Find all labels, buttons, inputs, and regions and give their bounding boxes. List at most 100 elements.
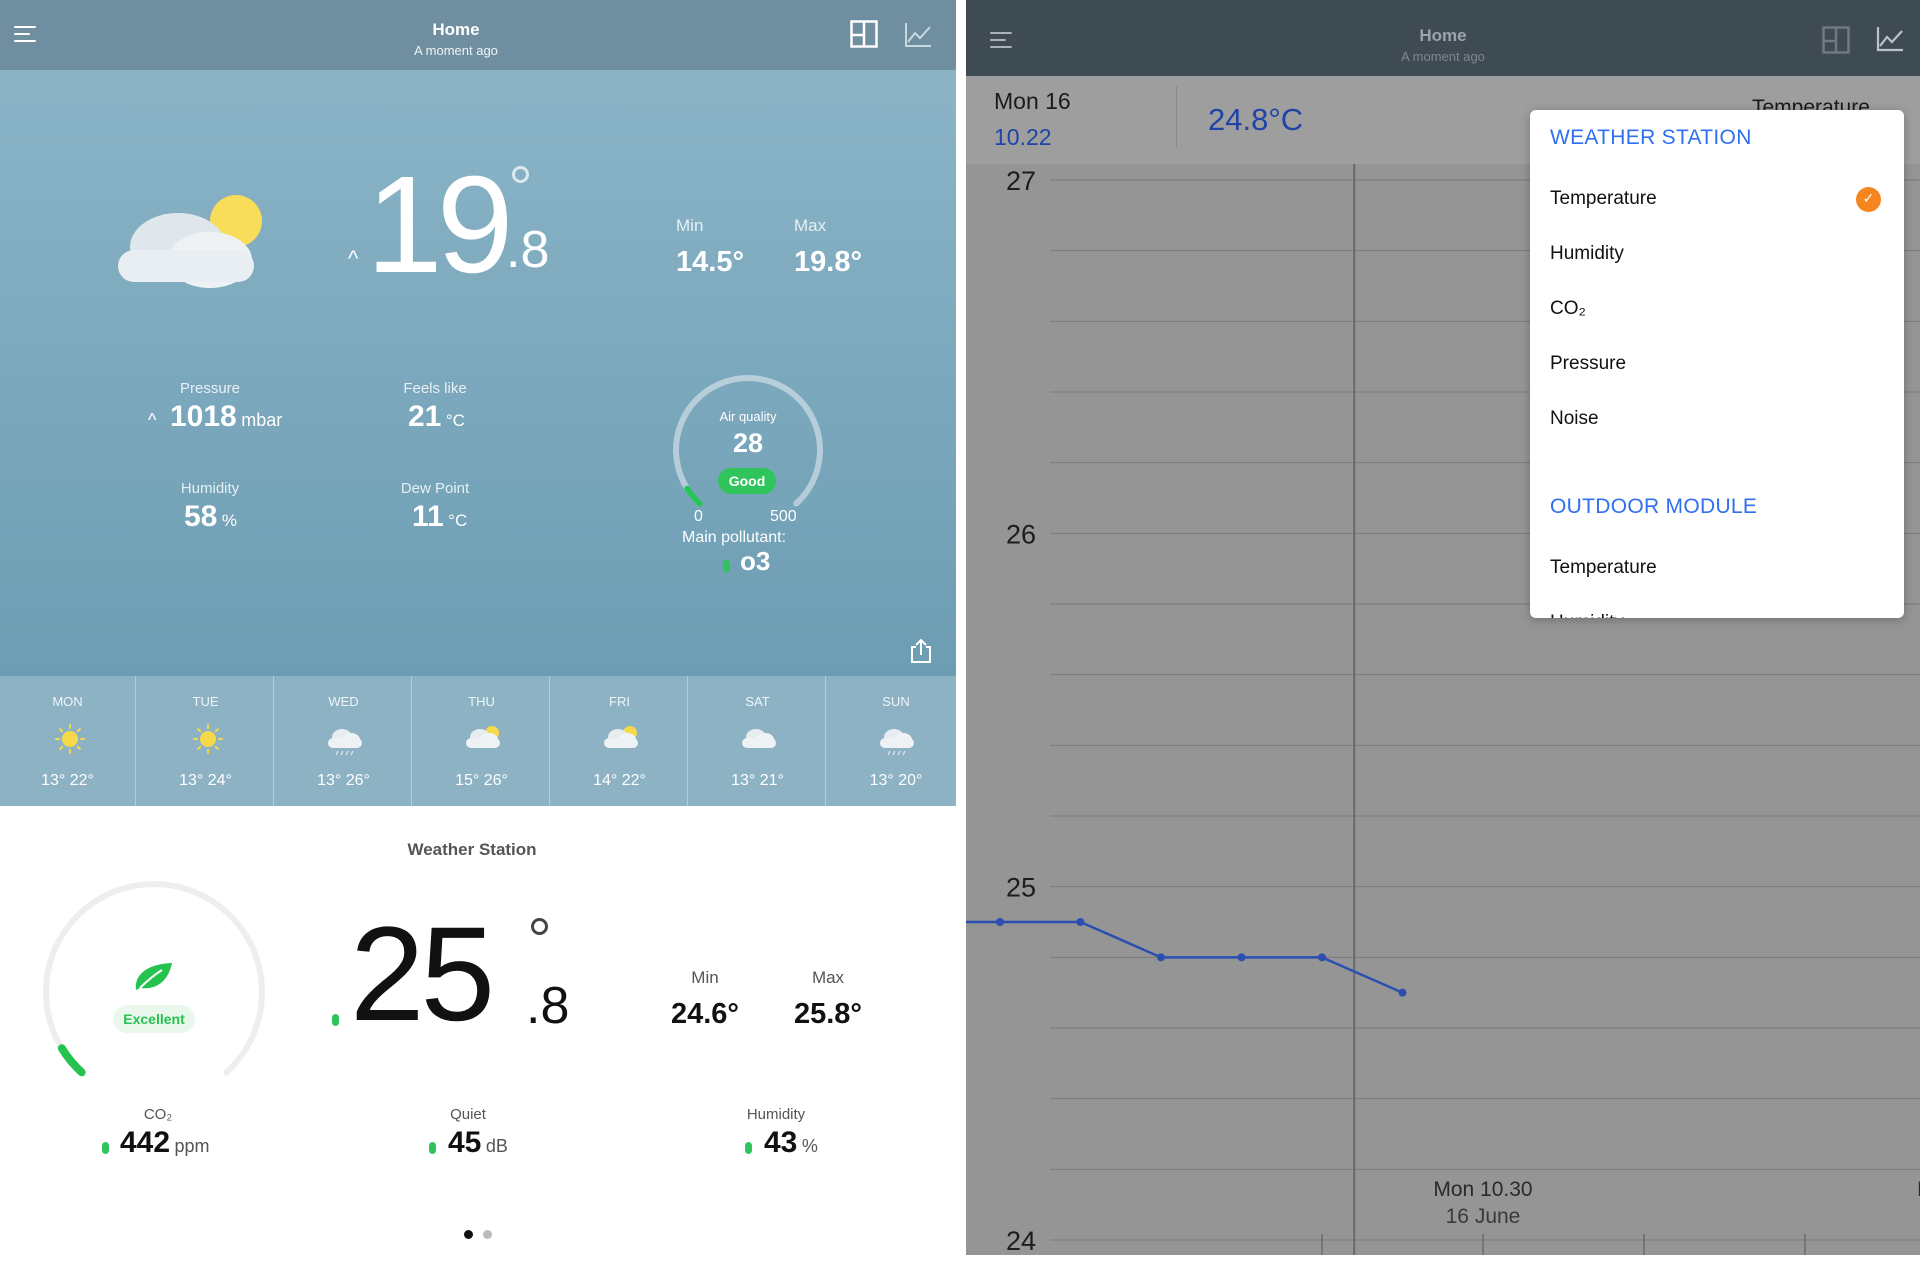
home-header: Home A moment ago bbox=[0, 0, 956, 70]
pollutant-dot bbox=[723, 560, 730, 572]
indoor-temp-int: 25 bbox=[350, 900, 495, 1049]
forecast-day-wed[interactable]: WED 13° 26° bbox=[276, 676, 412, 806]
readout-divider bbox=[1176, 86, 1177, 148]
menu-item-noise[interactable]: Noise bbox=[1550, 408, 1599, 430]
data-point[interactable] bbox=[1157, 953, 1165, 962]
pressure-reading: 1018 mbar bbox=[170, 400, 282, 434]
max-value: 19.8° bbox=[794, 246, 863, 278]
forecast-temps: 13° 26° bbox=[317, 772, 370, 789]
indoor-humidity-value: 43 bbox=[764, 1126, 798, 1159]
forecast-strip: MON 13° 22° TUE 13° 24° WED 13° 26° THU 15° 26°… bbox=[0, 676, 956, 806]
forecast-day-thu[interactable]: THU 15° 26° bbox=[414, 676, 550, 806]
degree-icon bbox=[512, 166, 529, 183]
header-title: Home bbox=[432, 20, 480, 39]
forecast-day-label: SAT bbox=[745, 694, 770, 709]
page-dot[interactable] bbox=[464, 1230, 473, 1239]
y-tick-label: 27 bbox=[1006, 166, 1036, 196]
indoor-humidity-label: Humidity bbox=[746, 1106, 806, 1123]
pollutant-value: o3 bbox=[740, 546, 771, 576]
leaf-icon bbox=[135, 963, 172, 990]
temp-trend-icon: ^ bbox=[348, 246, 359, 271]
co2-label: CO₂ bbox=[143, 1106, 173, 1123]
air-quality-scale-min: 0 bbox=[694, 508, 703, 525]
indoor-temp-dot bbox=[332, 1014, 339, 1026]
forecast-day-label: TUE bbox=[192, 694, 219, 709]
graph-header-title: Home bbox=[1419, 26, 1467, 45]
noise-label: Quiet bbox=[450, 1106, 486, 1123]
pressure-value: 1018 bbox=[170, 400, 237, 433]
menu-section-title: OUTDOOR MODULE bbox=[1550, 495, 1758, 518]
graph-icon[interactable] bbox=[1876, 26, 1904, 52]
data-point[interactable] bbox=[996, 918, 1004, 926]
page-dot[interactable] bbox=[483, 1230, 492, 1239]
indoor-humidity-reading: 43 % bbox=[764, 1126, 818, 1160]
rain-cloud-icon bbox=[876, 722, 920, 756]
header-subtitle: A moment ago bbox=[414, 43, 498, 58]
indoor-degree-icon bbox=[531, 918, 548, 935]
min-label: Min bbox=[676, 216, 704, 235]
graph-header: Home A moment ago bbox=[966, 0, 1920, 76]
forecast-day-label: WED bbox=[328, 694, 359, 709]
y-tick-label: 25 bbox=[1006, 873, 1036, 903]
indoor-min-value: 24.6° bbox=[670, 998, 740, 1030]
data-point[interactable] bbox=[1076, 918, 1085, 926]
partly-cloudy-icon bbox=[600, 722, 644, 756]
air-quality-badge: Good bbox=[718, 468, 776, 494]
forecast-temps: 13° 24° bbox=[179, 772, 232, 789]
screen-divider bbox=[956, 0, 966, 1280]
menu-item-temperature[interactable]: Temperature bbox=[1550, 557, 1657, 579]
menu-item-temperature[interactable]: Temperature bbox=[1550, 188, 1657, 210]
outdoor-panel: ^ 19 .8 Min Max 14.5° 19.8° Pressure ^ 1… bbox=[0, 70, 956, 676]
menu-item-humidity[interactable]: Humidity bbox=[1550, 243, 1624, 265]
forecast-day-tue[interactable]: TUE 13° 24° bbox=[138, 676, 274, 806]
indoor-max-value: 25.8° bbox=[793, 998, 863, 1030]
humidity-reading: 58 % bbox=[184, 500, 237, 534]
menu-item-pressure[interactable]: Pressure bbox=[1550, 353, 1626, 375]
indoor-humidity-unit: % bbox=[801, 1136, 818, 1156]
weather-station-title: Weather Station bbox=[407, 840, 537, 859]
forecast-day-label: THU bbox=[468, 694, 495, 709]
forecast-temps: 13° 20° bbox=[869, 772, 923, 789]
max-label: Max bbox=[794, 216, 827, 235]
air-quality-scale-max: 500 bbox=[770, 508, 797, 525]
graph-icon[interactable] bbox=[904, 22, 932, 48]
humidity-label: Humidity bbox=[180, 480, 240, 497]
dashboard-icon[interactable] bbox=[850, 20, 878, 48]
menu-item-co[interactable]: CO₂ bbox=[1550, 298, 1586, 320]
forecast-day-sun[interactable]: SUN 13° 20° bbox=[828, 676, 956, 806]
dashboard-icon[interactable] bbox=[1822, 26, 1850, 54]
data-point[interactable] bbox=[1318, 953, 1326, 962]
menu-icon[interactable] bbox=[990, 32, 1012, 48]
partly-cloudy-icon bbox=[118, 195, 262, 288]
page-indicator[interactable] bbox=[448, 1226, 508, 1244]
indoor-humidity-dot bbox=[745, 1142, 752, 1154]
data-point[interactable] bbox=[1237, 953, 1246, 962]
forecast-temps: 13° 21° bbox=[731, 772, 784, 789]
forecast-day-label: SUN bbox=[882, 694, 910, 709]
noise-dot bbox=[429, 1142, 436, 1154]
forecast-day-sat[interactable]: SAT 13° 21° bbox=[690, 676, 826, 806]
menu-item-humidity[interactable]: Humidity bbox=[1550, 612, 1624, 618]
noise-unit: dB bbox=[485, 1136, 508, 1156]
indoor-min-label: Min bbox=[691, 968, 719, 987]
readout-day: Mon 16 bbox=[994, 88, 1071, 114]
feels-reading: 21 °C bbox=[408, 400, 465, 434]
data-point[interactable] bbox=[1398, 988, 1407, 997]
co2-reading: 442 ppm bbox=[120, 1126, 210, 1160]
x-tick-label: Mon 10.30 bbox=[1433, 1178, 1532, 1201]
partly-cloudy-icon bbox=[462, 722, 506, 756]
dew-label: Dew Point bbox=[400, 480, 470, 497]
forecast-day-mon[interactable]: MON 13° 22° bbox=[0, 676, 136, 806]
graph-header-subtitle: A moment ago bbox=[1401, 49, 1485, 64]
pressure-unit: mbar bbox=[241, 410, 283, 430]
humidity-value: 58 bbox=[184, 500, 218, 533]
outdoor-temp-dec: .8 bbox=[506, 221, 550, 279]
share-icon[interactable] bbox=[910, 638, 932, 664]
weather-station-panel: Weather Station Excellent 25 .8 Min Max … bbox=[0, 806, 956, 1280]
menu-icon[interactable] bbox=[14, 26, 36, 42]
y-tick-label: 24 bbox=[1006, 1226, 1036, 1255]
graph-screen: Home A moment ago Mon 16 10.22 24.8°C Te… bbox=[966, 0, 1920, 1255]
co2-dot bbox=[102, 1142, 109, 1154]
co2-unit: ppm bbox=[174, 1136, 210, 1156]
forecast-day-fri[interactable]: FRI 14° 22° bbox=[552, 676, 688, 806]
